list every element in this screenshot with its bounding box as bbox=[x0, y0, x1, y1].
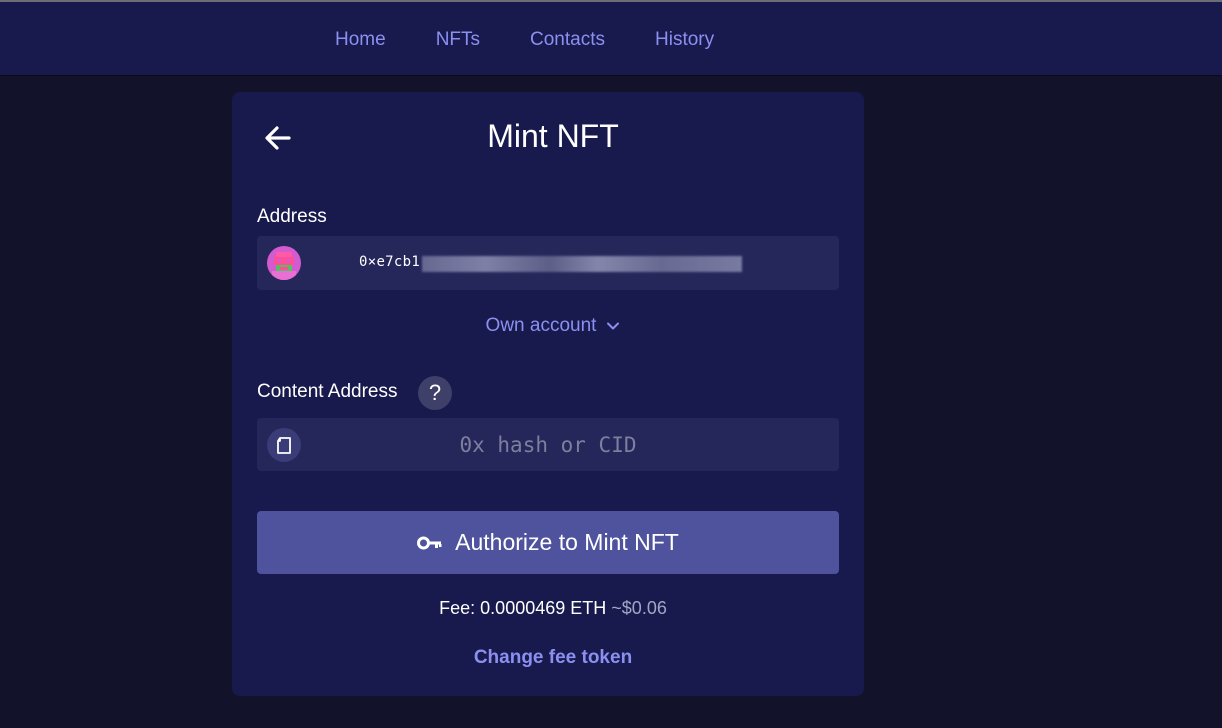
page-title: Mint NFT bbox=[487, 118, 619, 154]
content-address-field bbox=[257, 418, 839, 471]
address-label: Address bbox=[257, 206, 327, 227]
fee-prefix: Fee: bbox=[439, 598, 481, 618]
main-nav: Home NFTs Contacts History bbox=[335, 28, 764, 52]
own-account-label: Own account bbox=[485, 315, 597, 336]
nav-item-home[interactable]: Home bbox=[335, 28, 386, 52]
document-icon bbox=[267, 428, 301, 462]
authorize-mint-button[interactable]: Authorize to Mint NFT bbox=[257, 511, 839, 574]
top-navigation-bar: Home NFTs Contacts History bbox=[0, 0, 1222, 76]
avatar bbox=[267, 246, 301, 280]
fee-usd: ~$0.06 bbox=[611, 598, 667, 618]
address-field[interactable]: 0×e7cb1 bbox=[257, 236, 839, 290]
mint-nft-card: Mint NFT Address 0×e7cb1 Own account Con… bbox=[232, 92, 864, 696]
fee-amount: 0.0000469 ETH bbox=[480, 598, 607, 618]
help-button[interactable]: ? bbox=[418, 376, 452, 410]
address-value: 0×e7cb1 bbox=[359, 254, 421, 270]
question-icon: ? bbox=[428, 380, 442, 405]
nav-item-contacts[interactable]: Contacts bbox=[530, 28, 605, 52]
fee-line: Fee: 0.0000469 ETH ~$0.06 bbox=[232, 598, 864, 619]
chevron-down-icon bbox=[607, 322, 620, 330]
nav-item-history[interactable]: History bbox=[655, 28, 714, 52]
content-address-label: Content Address bbox=[257, 381, 398, 402]
authorize-mint-label: Authorize to Mint NFT bbox=[455, 529, 679, 555]
nav-item-nfts[interactable]: NFTs bbox=[436, 28, 480, 52]
change-fee-token-link[interactable]: Change fee token bbox=[232, 647, 864, 669]
own-account-dropdown[interactable]: Own account bbox=[232, 315, 864, 337]
redacted-address-blur bbox=[422, 256, 742, 272]
key-icon bbox=[417, 536, 442, 549]
content-address-input[interactable] bbox=[313, 418, 783, 471]
